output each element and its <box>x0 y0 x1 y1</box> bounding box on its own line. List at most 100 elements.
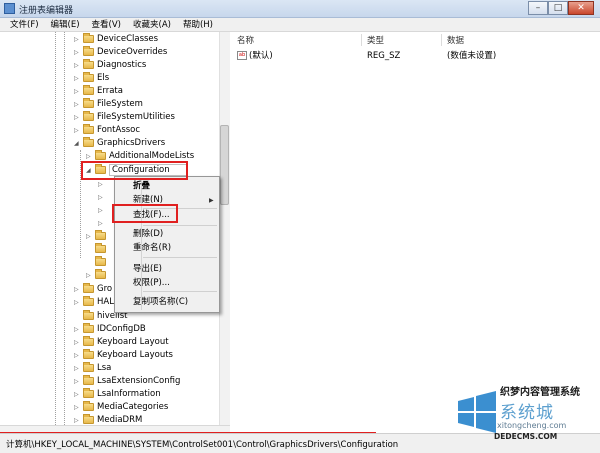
tree-node-label: AdditionalModeLists <box>109 151 195 161</box>
menu-view[interactable]: 查看(V) <box>86 18 127 31</box>
expand-icon[interactable]: ▷ <box>98 204 106 217</box>
tree-node[interactable]: ▷ Diagnostics <box>74 59 146 72</box>
expand-icon[interactable]: ▷ <box>74 59 82 72</box>
expand-icon[interactable]: ▷ <box>74 349 82 362</box>
folder-icon <box>83 323 94 333</box>
tree-node[interactable]: ▷ Lsa <box>74 362 111 375</box>
folder-icon <box>83 46 94 56</box>
close-button[interactable]: ✕ <box>568 1 594 15</box>
title-bar: 注册表编辑器 – □ ✕ <box>0 0 600 18</box>
tree-node[interactable]: ▷ <box>86 230 109 243</box>
folder-open-icon <box>83 137 94 147</box>
column-header-type[interactable]: 类型 <box>367 34 384 46</box>
menu-export[interactable]: 导出(E) <box>133 264 162 275</box>
column-separator[interactable] <box>361 34 362 46</box>
expand-icon[interactable]: ▷ <box>74 362 82 375</box>
expand-icon[interactable]: ▷ <box>86 230 94 243</box>
menu-separator <box>143 257 217 258</box>
tree-node[interactable]: ▷ MediaCategories <box>74 401 168 414</box>
tree-node[interactable]: ▷ <box>86 269 109 282</box>
expand-icon[interactable]: ▷ <box>74 85 82 98</box>
tree-vertical-scrollbar[interactable] <box>219 32 230 425</box>
collapse-icon[interactable]: ◢ <box>86 164 94 177</box>
tree-node[interactable]: ▷ AdditionalModeLists <box>86 150 194 163</box>
tree-node[interactable]: ▷ FileSystem <box>74 98 143 111</box>
tree-node[interactable]: ▷ LsaInformation <box>74 388 161 401</box>
expand-icon[interactable]: ▷ <box>98 178 106 191</box>
expand-icon[interactable]: ▷ <box>74 33 82 46</box>
status-path: 计算机\HKEY_LOCAL_MACHINE\SYSTEM\ControlSet… <box>6 440 399 450</box>
tree-node[interactable]: ▷ LsaExtensionConfig <box>74 375 180 388</box>
menu-permissions[interactable]: 权限(P)... <box>133 278 170 289</box>
expand-icon[interactable]: ▷ <box>74 375 82 388</box>
expand-icon[interactable]: ▷ <box>74 323 82 336</box>
tree-node[interactable]: ▷ Els <box>74 72 109 85</box>
tree-horizontal-scrollbar[interactable] <box>0 425 230 433</box>
expand-icon[interactable]: ▷ <box>74 388 82 401</box>
expand-icon[interactable]: ▷ <box>86 269 94 282</box>
tree-node-label: IDConfigDB <box>97 324 146 334</box>
menu-help[interactable]: 帮助(H) <box>177 18 219 31</box>
maximize-button[interactable]: □ <box>548 1 568 15</box>
folder-open-icon <box>95 164 106 174</box>
expand-icon[interactable]: ▷ <box>74 414 82 425</box>
folder-icon <box>83 401 94 411</box>
collapse-icon[interactable]: ◢ <box>74 137 82 150</box>
expand-icon[interactable]: ▷ <box>74 124 82 137</box>
menu-file[interactable]: 文件(F) <box>4 18 45 31</box>
tree-node[interactable]: ▷ DeviceClasses <box>74 33 158 46</box>
menu-new[interactable]: 新建(N) <box>133 195 163 206</box>
tree-node-label: MediaDRM <box>97 415 143 425</box>
menu-find[interactable]: 查找(F)... <box>133 210 170 221</box>
expand-icon[interactable]: ▷ <box>74 296 82 309</box>
tree-node[interactable]: ▷ Keyboard Layouts <box>74 349 173 362</box>
folder-icon <box>95 269 106 279</box>
string-value-icon: ab <box>237 51 247 60</box>
column-header-name[interactable]: 名称 <box>237 34 254 46</box>
tree-node[interactable]: ▷ Keyboard Layout <box>74 336 169 349</box>
tree-node[interactable]: ▷ Gro <box>74 283 112 296</box>
folder-icon <box>83 111 94 121</box>
menu-delete[interactable]: 删除(D) <box>133 229 163 240</box>
expand-icon[interactable]: ▷ <box>74 72 82 85</box>
menu-rename[interactable]: 重命名(R) <box>133 243 171 254</box>
expand-icon[interactable]: ▷ <box>86 150 94 163</box>
expand-icon[interactable]: ▷ <box>74 98 82 111</box>
tree-node[interactable]: ▷ DeviceOverrides <box>74 46 167 59</box>
folder-icon <box>83 124 94 134</box>
value-row-name[interactable]: ab (默认) <box>237 51 273 62</box>
tree-node[interactable]: ▷ HAL <box>74 296 114 309</box>
tree-node[interactable]: ▷ <box>98 191 106 204</box>
expand-icon[interactable]: ▷ <box>98 217 106 230</box>
values-list[interactable]: 名称 类型 数据 ab (默认) REG_SZ (数值未设置) <box>231 32 600 433</box>
menu-copy-key-name[interactable]: 复制项名称(C) <box>133 297 188 308</box>
tree-node[interactable]: ▷ FileSystemUtilities <box>74 111 175 124</box>
tree-node[interactable]: ▷ <box>98 217 106 230</box>
folder-icon <box>95 256 106 266</box>
column-separator[interactable] <box>441 34 442 46</box>
tree-node[interactable]: ▷ MediaDRM <box>74 414 142 425</box>
tree-node-label: Keyboard Layouts <box>97 350 173 360</box>
expand-icon[interactable]: ▷ <box>98 191 106 204</box>
expand-icon[interactable]: ▷ <box>74 111 82 124</box>
tree-node[interactable]: ▷ <box>98 204 106 217</box>
tree-node[interactable]: ▷ <box>98 178 106 191</box>
expand-icon[interactable]: ▷ <box>74 46 82 59</box>
tree-guide-line <box>64 32 65 425</box>
expand-icon[interactable]: ▷ <box>74 336 82 349</box>
expand-icon[interactable]: ▷ <box>74 283 82 296</box>
column-header-data[interactable]: 数据 <box>447 34 464 46</box>
tree-node[interactable]: ◢ GraphicsDrivers <box>74 137 165 150</box>
tree-scroll-thumb[interactable] <box>220 125 229 205</box>
tree-node[interactable]: ▷ Errata <box>74 85 123 98</box>
menu-edit[interactable]: 编辑(E) <box>45 18 86 31</box>
menu-collapse[interactable]: 折叠 <box>133 181 150 192</box>
menu-favorites[interactable]: 收藏夹(A) <box>127 18 177 31</box>
tree-node[interactable]: ▷ IDConfigDB <box>74 323 146 336</box>
window-title: 注册表编辑器 <box>19 6 74 16</box>
tree-node[interactable] <box>86 243 109 256</box>
tree-node[interactable]: ▷ FontAssoc <box>74 124 140 137</box>
expand-icon[interactable]: ▷ <box>74 401 82 414</box>
minimize-button[interactable]: – <box>528 1 548 15</box>
tree-node[interactable] <box>86 256 109 269</box>
